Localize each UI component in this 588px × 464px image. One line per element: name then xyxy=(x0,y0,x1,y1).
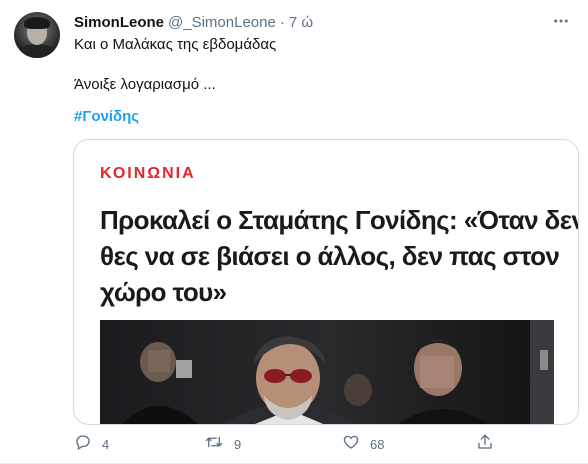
share-button[interactable] xyxy=(476,432,494,456)
tweet-time[interactable]: 7 ώ xyxy=(289,14,313,31)
reply-button[interactable]: 4 xyxy=(74,432,109,456)
like-button[interactable]: 68 xyxy=(342,432,384,456)
hashtag-link[interactable]: #Γονίδης xyxy=(74,108,139,125)
reply-count: 4 xyxy=(102,436,110,452)
card-photo xyxy=(100,320,554,424)
action-bar: 4 9 68 xyxy=(74,432,574,456)
author-handle[interactable]: @_SimonLeone xyxy=(168,14,276,31)
link-card[interactable]: ΚΟΙΝΩΝΙΑ Προκαλεί ο Σταμάτης Γονίδης: «Ό… xyxy=(73,139,579,425)
retweet-button[interactable]: 9 xyxy=(204,432,241,456)
more-icon[interactable] xyxy=(548,10,574,32)
card-headline-line-3: χώρο του» xyxy=(100,277,227,307)
avatar[interactable] xyxy=(14,12,60,58)
tweet-text-line-2: Άνοιξε λογαριασμό ... xyxy=(74,76,216,93)
card-category: ΚΟΙΝΩΝΙΑ xyxy=(100,165,196,182)
tweet-text-line-1: Και ο Μαλάκας της εβδομάδας xyxy=(74,36,277,53)
like-count: 68 xyxy=(370,436,385,452)
retweet-count: 9 xyxy=(234,436,242,452)
card-headline-line-2: θες να σε βιάσει ο άλλος, δεν πας στον xyxy=(100,241,560,271)
tweet-header: SimonLeone @_SimonLeone · 7 ώ xyxy=(74,12,313,32)
separator-dot: · xyxy=(279,13,285,31)
share-icon xyxy=(476,433,494,456)
retweet-icon xyxy=(204,433,224,456)
tweet[interactable]: SimonLeone @_SimonLeone · 7 ώ Και ο Μαλά… xyxy=(0,0,588,464)
like-icon xyxy=(342,433,360,456)
reply-icon xyxy=(74,433,92,456)
author-name[interactable]: SimonLeone xyxy=(74,14,164,31)
card-headline-line-1: Προκαλεί ο Σταμάτης Γονίδης: «Όταν δεν xyxy=(100,205,579,235)
